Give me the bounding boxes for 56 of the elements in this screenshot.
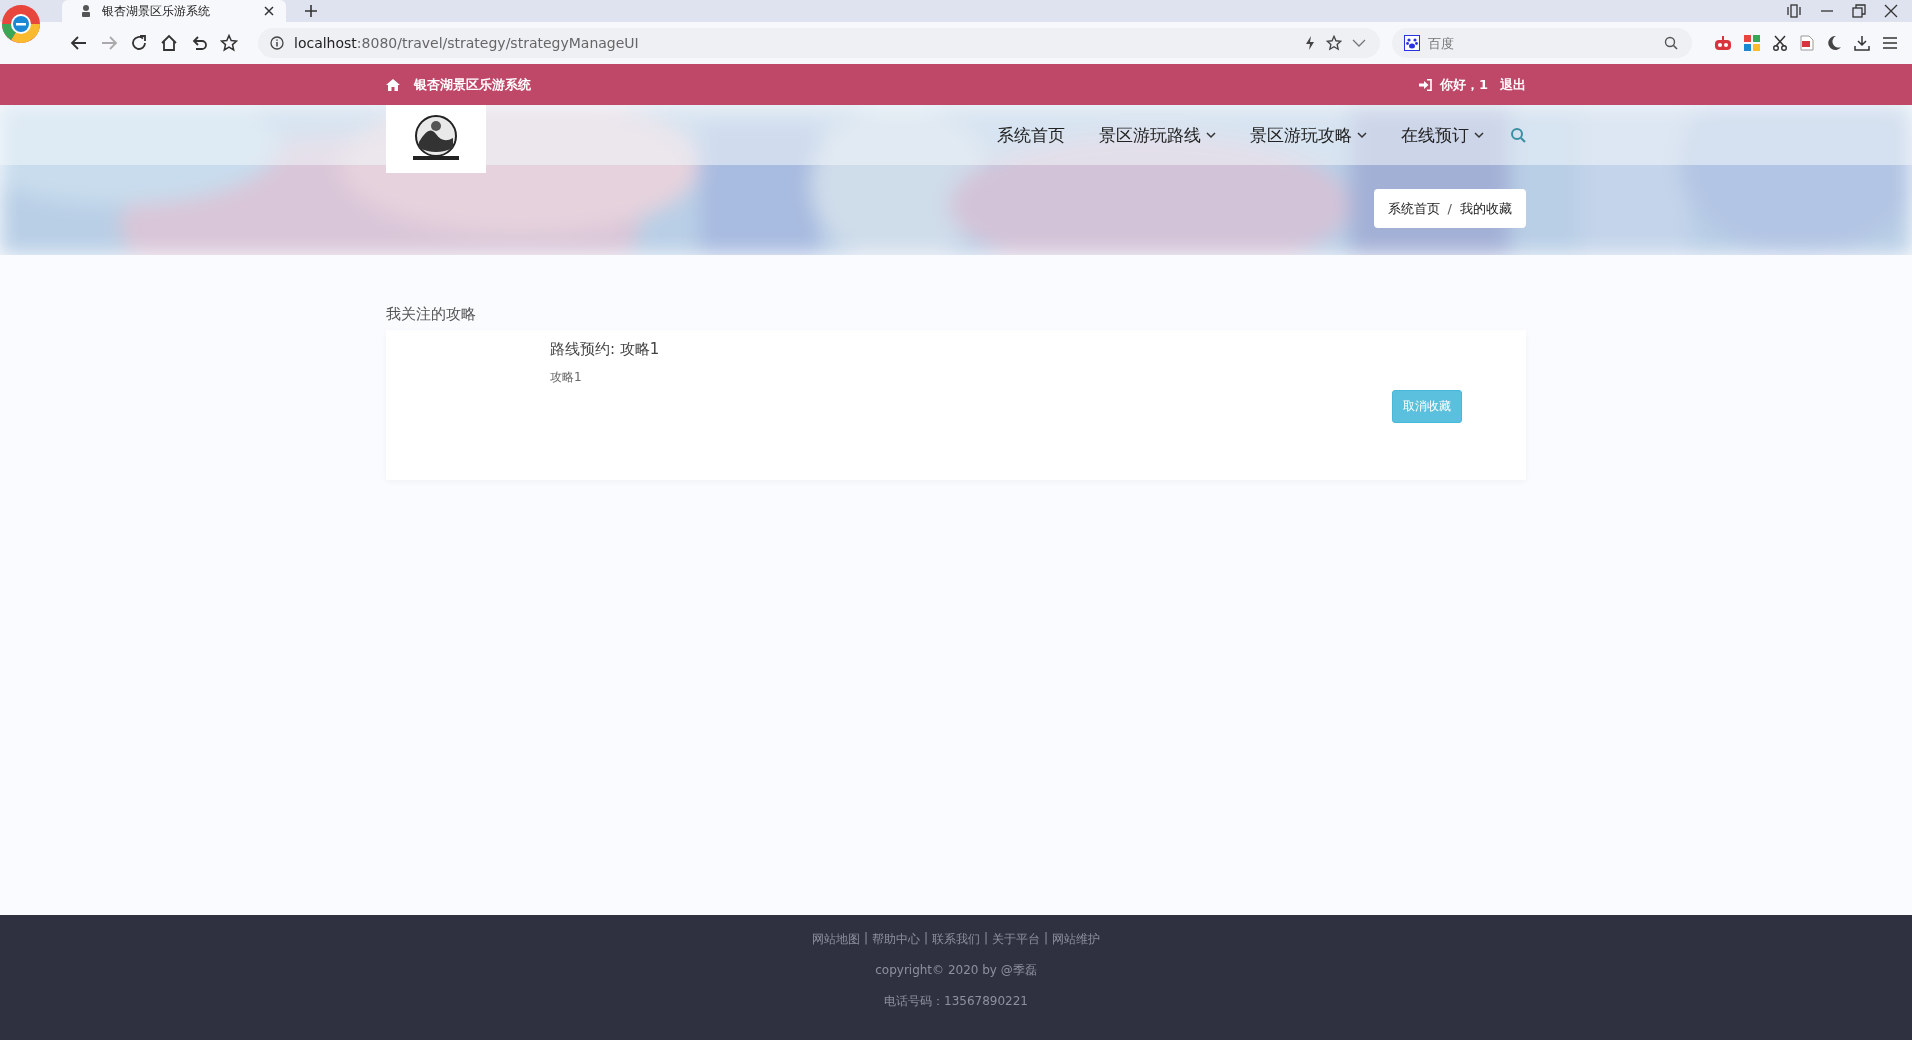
chevron-down-icon[interactable] [1352, 38, 1366, 48]
back-icon[interactable] [70, 34, 88, 52]
nav-item[interactable]: 在线预订 [1401, 105, 1484, 165]
menu-icon[interactable] [1882, 36, 1898, 50]
logo[interactable] [386, 105, 486, 173]
pdf-icon[interactable] [1800, 35, 1814, 51]
reload-icon[interactable] [130, 34, 148, 52]
nav-item[interactable]: 景区游玩路线 [1099, 105, 1216, 165]
lightning-icon[interactable] [1304, 35, 1316, 51]
phone-text: 电话号码：13567890221 [884, 993, 1028, 1010]
user-greeting: 你好，1 [1439, 75, 1488, 94]
chevron-down-icon [1474, 131, 1484, 139]
browser-tab[interactable]: 银杏湖景区乐游系统 [62, 0, 286, 22]
info-icon [270, 36, 284, 50]
breadcrumb-link[interactable]: 我的收藏 [1460, 199, 1512, 218]
breadcrumb-separator: / [1447, 201, 1452, 216]
link-separator: | [923, 931, 928, 947]
nav-item[interactable]: 景区游玩攻略 [1250, 105, 1367, 165]
logout-link[interactable]: 退出 [1500, 75, 1526, 94]
home-icon[interactable] [160, 34, 178, 52]
undo-icon[interactable] [190, 34, 208, 52]
address-bar[interactable]: localhost:8080/travel/strategy/strategyManageUI [258, 28, 1380, 58]
close-icon[interactable] [264, 6, 274, 16]
scissors-icon[interactable] [1772, 35, 1788, 51]
link-separator: | [863, 931, 868, 947]
moon-icon[interactable] [1826, 35, 1842, 51]
search-icon[interactable] [1510, 127, 1526, 143]
footer-link[interactable]: 网站地图 [811, 931, 860, 948]
breadcrumb-link[interactable]: 系统首页 [1387, 199, 1440, 218]
link-separator: | [1044, 931, 1049, 947]
chevron-down-icon [1206, 131, 1216, 139]
search-field[interactable]: 百度 [1392, 28, 1692, 58]
search-icon[interactable] [1664, 36, 1678, 50]
chevron-down-icon [1357, 131, 1367, 139]
strategy-title[interactable]: 路线预约: 攻略1 [550, 340, 660, 359]
apps-icon[interactable] [1744, 35, 1760, 51]
download-icon[interactable] [1854, 35, 1870, 51]
footer-link[interactable]: 网站维护 [1052, 931, 1101, 948]
tablet-mode-icon[interactable] [1786, 4, 1802, 18]
link-separator: | [984, 931, 989, 947]
star-icon[interactable] [220, 34, 238, 52]
nav-item[interactable]: 系统首页 [997, 105, 1065, 165]
restore-icon[interactable] [1852, 4, 1866, 18]
close-icon[interactable] [1884, 4, 1898, 18]
footer-link[interactable]: 关于平台 [992, 931, 1041, 948]
paw-icon [1404, 35, 1420, 51]
strategy-subtitle: 攻略1 [550, 369, 583, 386]
copyright-text: copyright© 2020 by @季磊 [875, 962, 1037, 979]
site-name[interactable]: 银杏湖景区乐游系统 [414, 75, 531, 94]
login-icon [1418, 78, 1432, 91]
section-title: 我关注的攻略 [386, 305, 477, 324]
tab-favicon-icon [80, 4, 92, 18]
new-tab-icon[interactable] [304, 4, 318, 18]
footer-link[interactable]: 帮助中心 [871, 931, 920, 948]
footer-link[interactable]: 联系我们 [932, 931, 980, 948]
star-icon[interactable] [1326, 35, 1342, 51]
